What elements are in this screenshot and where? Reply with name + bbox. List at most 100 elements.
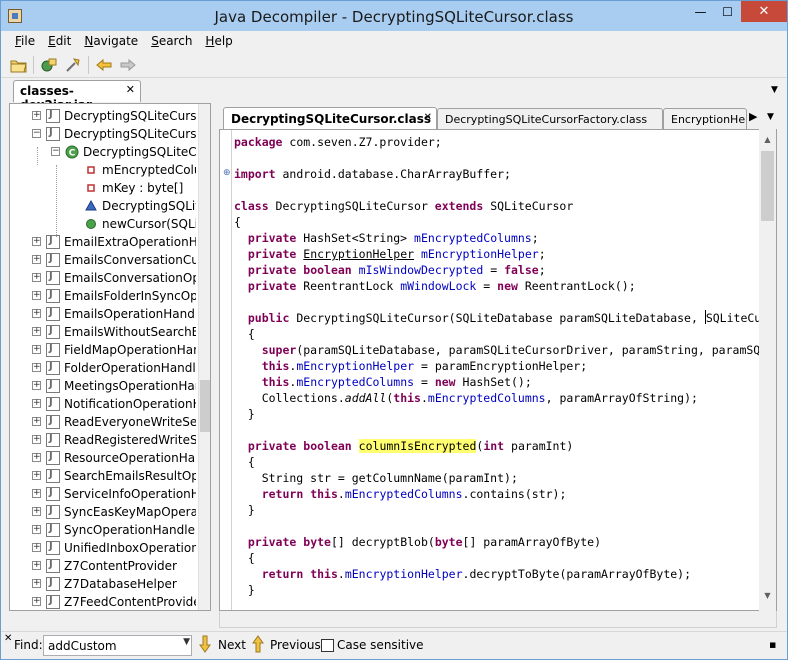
- tree-item[interactable]: + FolderOperationHandler: [10, 359, 196, 377]
- tree-item[interactable]: + UnifiedInboxOperationHandler: [10, 539, 196, 557]
- expand-icon[interactable]: +: [32, 237, 41, 246]
- open-type-icon[interactable]: [39, 56, 59, 74]
- tree-item[interactable]: + SyncEasKeyMapOperation: [10, 503, 196, 521]
- find-next-icon[interactable]: [198, 635, 212, 656]
- expand-icon[interactable]: +: [32, 309, 41, 318]
- fold-import-icon[interactable]: ⊕: [223, 168, 232, 178]
- tree-item[interactable]: + SearchEmailsResultOperation: [10, 467, 196, 485]
- tree-scrollbar[interactable]: [198, 104, 210, 610]
- expand-icon[interactable]: +: [32, 597, 41, 606]
- find-previous-button[interactable]: Previous: [270, 638, 321, 652]
- expand-icon[interactable]: +: [32, 255, 41, 264]
- expand-icon[interactable]: +: [32, 327, 41, 336]
- expand-icon[interactable]: +: [32, 507, 41, 516]
- tree-item[interactable]: + EmailExtraOperationHandler: [10, 233, 196, 251]
- tab-list-icon[interactable]: ▼: [767, 112, 774, 122]
- menu-item[interactable]: Search: [145, 31, 199, 52]
- code-tab[interactable]: EncryptionHelper: [663, 108, 747, 129]
- editor-scrollbar[interactable]: ▲ ▼: [759, 129, 776, 611]
- code-editor[interactable]: ⊕ package com.seven.Z7.provider; import a…: [219, 129, 777, 611]
- tree-item[interactable]: + ReadRegisteredWriteSelf: [10, 431, 196, 449]
- tree-item[interactable]: + DecryptingSQLiteCursor: [10, 107, 196, 125]
- tree-item[interactable]: + ResourceOperationHandler: [10, 449, 196, 467]
- expand-icon[interactable]: +: [32, 489, 41, 498]
- class-file-icon: [46, 235, 60, 249]
- code-line: }: [234, 582, 255, 598]
- tree-item[interactable]: + ReadEveryoneWriteSelf: [10, 413, 196, 431]
- tree-item[interactable]: + EmailsFolderInSyncOperation: [10, 287, 196, 305]
- close-tab-icon[interactable]: ✕: [126, 83, 135, 96]
- title-bar[interactable]: Java Decompiler - DecryptingSQLiteCursor…: [1, 1, 787, 31]
- find-next-button[interactable]: Next: [218, 638, 246, 652]
- open-folder-icon[interactable]: [9, 56, 29, 74]
- expand-icon[interactable]: +: [32, 435, 41, 444]
- tab-classes-jar[interactable]: classes-dex2jar.jar ✕: [13, 80, 141, 112]
- menu-item[interactable]: Navigate: [78, 31, 145, 52]
- tree-item[interactable]: + Z7FeedContentProvider: [10, 593, 196, 610]
- expand-icon[interactable]: +: [32, 381, 41, 390]
- code-line: private byte[] decryptBlob(byte[] paramA…: [234, 534, 601, 550]
- expand-icon[interactable]: +: [32, 291, 41, 300]
- code-token: SQLiteCursor: [483, 199, 574, 213]
- expand-icon[interactable]: +: [32, 471, 41, 480]
- tree-item[interactable]: mKey : byte[]: [10, 179, 196, 197]
- collapse-icon[interactable]: −: [51, 147, 60, 156]
- tab-scroll-right-icon[interactable]: ▶: [749, 110, 757, 123]
- tree-item[interactable]: + Z7DatabaseHelper: [10, 575, 196, 593]
- expand-icon[interactable]: +: [32, 111, 41, 120]
- code-line: private boolean mIsWindowDecrypted = fal…: [234, 262, 546, 278]
- tree-item[interactable]: DecryptingSQLiteCursor: [10, 197, 196, 215]
- find-dropdown-icon[interactable]: ▼: [183, 637, 190, 647]
- tree-item[interactable]: + Z7ContentProvider: [10, 557, 196, 575]
- open-type-hierarchy-icon[interactable]: [63, 56, 83, 74]
- tree-item[interactable]: + ServiceInfoOperationHandler: [10, 485, 196, 503]
- tree-item-label: FieldMapOperationHandler: [64, 343, 196, 357]
- expand-icon[interactable]: +: [32, 345, 41, 354]
- close-find-icon[interactable]: ✕: [4, 633, 12, 644]
- menu-item[interactable]: Help: [199, 31, 239, 52]
- forward-icon[interactable]: [118, 56, 138, 74]
- expand-icon[interactable]: +: [32, 399, 41, 408]
- class-file-icon: [46, 253, 60, 267]
- tree-item[interactable]: + EmailsConversationOperation: [10, 269, 196, 287]
- maximize-button[interactable]: ☐: [714, 1, 741, 22]
- scroll-down-icon[interactable]: ▼: [759, 587, 776, 604]
- tree-item[interactable]: newCursor(SQLiteDatabase: [10, 215, 196, 233]
- expand-icon[interactable]: +: [32, 417, 41, 426]
- expand-icon[interactable]: +: [32, 561, 41, 570]
- menu-item[interactable]: File: [9, 31, 42, 52]
- resize-grip-icon[interactable]: ▪: [769, 638, 776, 651]
- tree-item[interactable]: + NotificationOperationHandler: [10, 395, 196, 413]
- tab-list-icon[interactable]: ▼: [771, 85, 778, 95]
- tree-item[interactable]: − DecryptingSQLiteCursor: [10, 125, 196, 143]
- code-tab[interactable]: DecryptingSQLiteCursorFactory.class: [437, 108, 663, 129]
- editor-hscrollbar[interactable]: [219, 611, 777, 628]
- close-button[interactable]: ✕: [741, 1, 787, 22]
- tree-scroll-thumb[interactable]: [200, 380, 210, 432]
- expand-icon[interactable]: +: [32, 543, 41, 552]
- case-sensitive-checkbox[interactable]: [321, 639, 334, 652]
- tree-item[interactable]: + MeetingsOperationHandler: [10, 377, 196, 395]
- menu-item[interactable]: Edit: [42, 31, 78, 52]
- code-token: EncryptionHelper: [303, 247, 415, 261]
- close-tab-icon[interactable]: ✕: [424, 112, 432, 123]
- tree-item[interactable]: + FieldMapOperationHandler: [10, 341, 196, 359]
- find-previous-icon[interactable]: [251, 635, 265, 656]
- expand-icon[interactable]: +: [32, 453, 41, 462]
- find-input[interactable]: addCustom ▼: [43, 635, 192, 656]
- tree-item[interactable]: + EmailsConversationCursor: [10, 251, 196, 269]
- expand-icon[interactable]: +: [32, 363, 41, 372]
- code-tab[interactable]: DecryptingSQLiteCursor.class ✕: [223, 107, 437, 129]
- back-icon[interactable]: [94, 56, 114, 74]
- tree-item[interactable]: + EmailsOperationHandler: [10, 305, 196, 323]
- collapse-icon[interactable]: −: [32, 129, 41, 138]
- expand-icon[interactable]: +: [32, 525, 41, 534]
- tree-item[interactable]: + SyncOperationHandler: [10, 521, 196, 539]
- minimize-button[interactable]: —: [687, 1, 714, 22]
- expand-icon[interactable]: +: [32, 579, 41, 588]
- editor-scroll-thumb[interactable]: [761, 151, 774, 221]
- tree-item[interactable]: + EmailsWithoutSearchEngine: [10, 323, 196, 341]
- scroll-up-icon[interactable]: ▲: [759, 131, 776, 148]
- expand-icon[interactable]: +: [32, 273, 41, 282]
